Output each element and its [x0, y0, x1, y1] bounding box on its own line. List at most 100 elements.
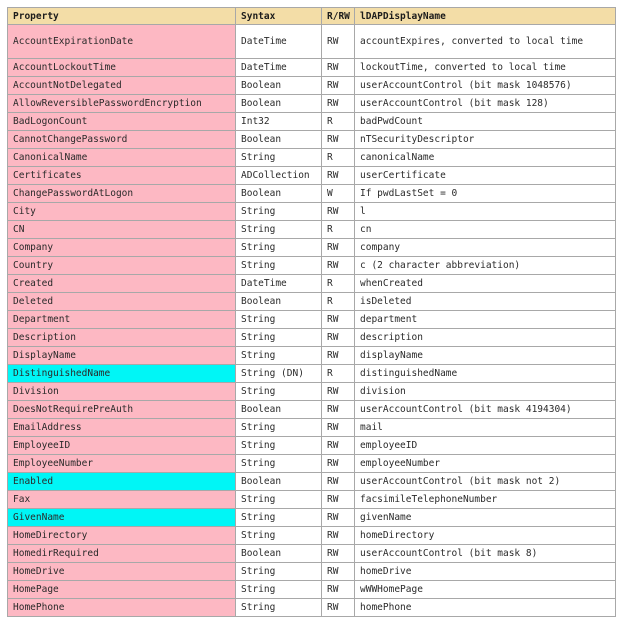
table-row: AccountExpirationDate DateTime RW accountEx… [7, 24, 616, 59]
table-row: HomeDirectory String RW homeDirectory [7, 526, 616, 545]
rw-cell: RW [321, 418, 355, 437]
table-row: Deleted Boolean RisDeleted [7, 292, 616, 311]
ldap-display-name-cell: nTSecurityDescriptor [354, 130, 616, 149]
syntax-cell: Boolean [235, 184, 322, 203]
header-rw: R/RW [321, 7, 355, 25]
syntax-cell: String [235, 490, 322, 509]
ldap-display-name-cell: employeeNumber [354, 454, 616, 473]
table-row: Division String RW division [7, 382, 616, 401]
property-cell: Deleted [7, 292, 236, 311]
syntax-cell: String [235, 580, 322, 599]
rw-cell: RW [321, 238, 355, 257]
rw-cell: R [321, 274, 355, 293]
syntax-cell: Boolean [235, 544, 322, 563]
table-row: BadLogonCount Int32 RbadPwdCount [7, 112, 616, 131]
header-row: Property Syntax R/RW lDAPDisplayName [7, 7, 616, 25]
property-cell: Created [7, 274, 236, 293]
rw-cell: RW [321, 598, 355, 617]
ldap-display-name-cell: displayName [354, 346, 616, 365]
rw-cell: RW [321, 328, 355, 347]
ldap-display-name-cell: lockoutTime, converted to local time [354, 58, 616, 77]
property-cell: HomePage [7, 580, 236, 599]
table-row: Fax String RW facsimileTelephoneNumber [7, 490, 616, 509]
syntax-cell: String [235, 256, 322, 275]
rw-cell: RW [321, 490, 355, 509]
syntax-cell: String [235, 526, 322, 545]
table-row: HomedirRequired Boolean RW userAccountContr… [7, 544, 616, 563]
property-cell: Company [7, 238, 236, 257]
table-row: CN String Rcn [7, 220, 616, 239]
rw-cell: RW [321, 544, 355, 563]
property-cell: ChangePasswordAtLogon [7, 184, 236, 203]
table-row: Department String RW department [7, 310, 616, 329]
table-row: DoesNotRequirePreAuth Boolean RW userAccoun… [7, 400, 616, 419]
ldap-display-name-cell: accountExpires, converted to local time [354, 24, 616, 59]
ldap-display-name-cell: If pwdLastSet = 0 [354, 184, 616, 203]
table-row: HomeDrive String RW homeDrive [7, 562, 616, 581]
ldap-display-name-cell: homeDirectory [354, 526, 616, 545]
ldap-display-name-cell: mail [354, 418, 616, 437]
header-ldap-display-name: lDAPDisplayName [354, 7, 616, 25]
property-cell: EmployeeID [7, 436, 236, 455]
syntax-cell: String [235, 418, 322, 437]
property-cell: EmployeeNumber [7, 454, 236, 473]
ldap-display-name-cell: cn [354, 220, 616, 239]
property-cell: EmailAddress [7, 418, 236, 437]
rw-cell: R [321, 364, 355, 383]
rw-cell: RW [321, 202, 355, 221]
syntax-cell: Boolean [235, 400, 322, 419]
rw-cell: R [321, 112, 355, 131]
property-cell: Certificates [7, 166, 236, 185]
property-cell: AllowReversiblePasswordEncryption [7, 94, 236, 113]
rw-cell: RW [321, 256, 355, 275]
rw-cell: RW [321, 24, 355, 59]
rw-cell: RW [321, 130, 355, 149]
property-cell: Department [7, 310, 236, 329]
ldap-display-name-cell: division [354, 382, 616, 401]
property-cell: Enabled [7, 472, 236, 491]
property-cell: HomeDrive [7, 562, 236, 581]
header-property: Property [7, 7, 236, 25]
table-row: CannotChangePassword Boolean RW nTSecurityD… [7, 130, 616, 149]
ldap-display-name-cell: homePhone [354, 598, 616, 617]
property-cell: Division [7, 382, 236, 401]
table-row: AccountLockoutTime DateTime RW lockoutTime,… [7, 58, 616, 77]
table-row: City String RW l [7, 202, 616, 221]
table-row: Enabled Boolean RW userAccountControl (bit … [7, 472, 616, 491]
rw-cell: R [321, 292, 355, 311]
rw-cell: RW [321, 346, 355, 365]
property-cell: HomedirRequired [7, 544, 236, 563]
property-cell: Fax [7, 490, 236, 509]
property-cell: AccountExpirationDate [7, 24, 236, 59]
property-cell: City [7, 202, 236, 221]
syntax-cell: String [235, 238, 322, 257]
syntax-cell: String [235, 436, 322, 455]
syntax-cell: Boolean [235, 94, 322, 113]
syntax-cell: DateTime [235, 274, 322, 293]
rw-cell: RW [321, 76, 355, 95]
header-syntax: Syntax [235, 7, 322, 25]
rw-cell: RW [321, 508, 355, 527]
ldap-display-name-cell: department [354, 310, 616, 329]
syntax-cell: String (DN) [235, 364, 322, 383]
ldap-display-name-cell: isDeleted [354, 292, 616, 311]
table-row: EmployeeID String RW employeeID [7, 436, 616, 455]
syntax-cell: String [235, 454, 322, 473]
table-row: GivenName String RW givenName [7, 508, 616, 527]
rw-cell: W [321, 184, 355, 203]
property-cell: DisplayName [7, 346, 236, 365]
ldap-display-name-cell: userAccountControl (bit mask 8) [354, 544, 616, 563]
ldap-display-name-cell: userCertificate [354, 166, 616, 185]
property-cell: HomePhone [7, 598, 236, 617]
syntax-cell: String [235, 598, 322, 617]
table-row: AccountNotDelegated Boolean RW userAccountC… [7, 76, 616, 95]
rw-cell: RW [321, 58, 355, 77]
rw-cell: RW [321, 436, 355, 455]
table-row: HomePhone String RW homePhone [7, 598, 616, 617]
ldap-display-name-cell: description [354, 328, 616, 347]
rw-cell: RW [321, 400, 355, 419]
syntax-cell: String [235, 310, 322, 329]
syntax-cell: String [235, 220, 322, 239]
syntax-cell: Boolean [235, 130, 322, 149]
ldap-display-name-cell: userAccountControl (bit mask 128) [354, 94, 616, 113]
